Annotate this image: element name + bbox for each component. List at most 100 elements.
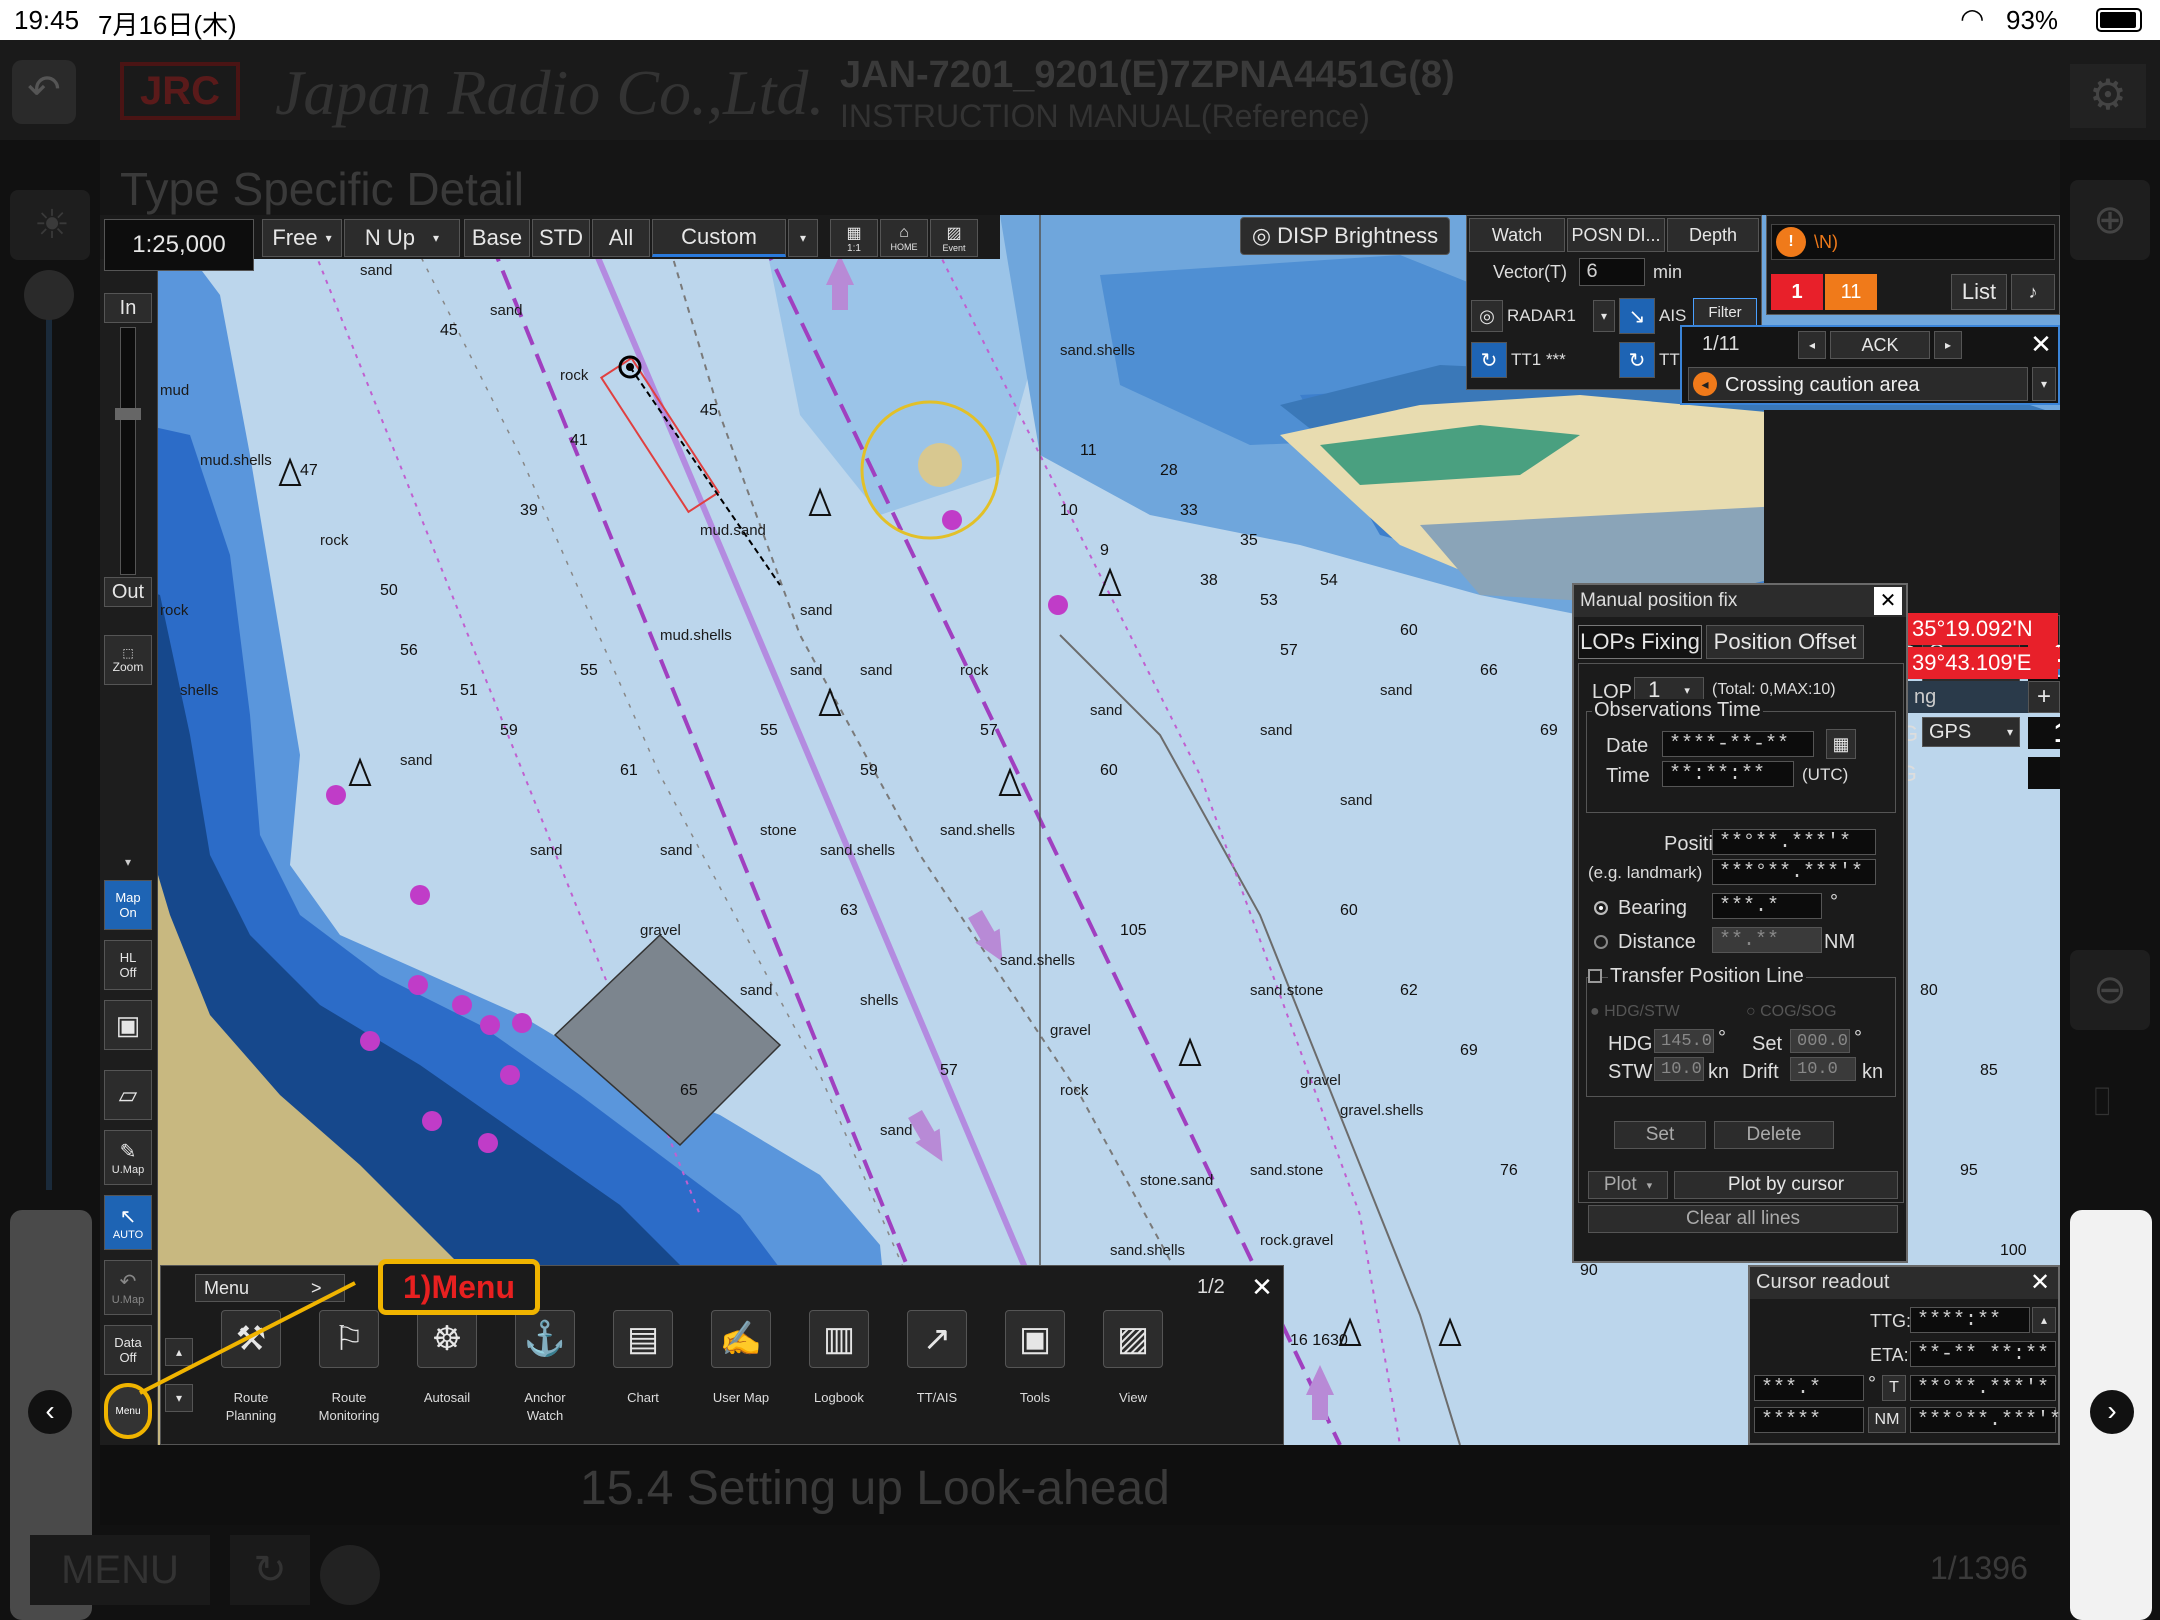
user-map-icon[interactable]: ✍: [711, 1310, 771, 1368]
menu-item-tt-ais[interactable]: ↗ TT/AIS: [895, 1310, 979, 1440]
transfer-stw-input[interactable]: 10.0: [1654, 1057, 1704, 1081]
time-input[interactable]: **:**:**: [1662, 761, 1794, 787]
menu-item-user-map[interactable]: ✍ User Map: [699, 1310, 783, 1440]
menu-item-chart[interactable]: ▤ Chart: [601, 1310, 685, 1440]
view-icon[interactable]: ▨: [1103, 1310, 1163, 1368]
radar-label: RADAR1: [1507, 306, 1576, 325]
disp-brightness-button[interactable]: ◎ DISP Brightness: [1240, 217, 1450, 255]
alert-bar[interactable]: ! \N): [1771, 224, 2055, 260]
distance-input[interactable]: **.**: [1712, 927, 1822, 953]
tab-position-offset[interactable]: Position Offset: [1706, 625, 1864, 659]
tt1-icon[interactable]: ↻: [1471, 342, 1507, 378]
filter-button[interactable]: Filter: [1693, 298, 1757, 326]
eta-label: ETA:: [1870, 1345, 1909, 1365]
radar-dropdown-icon[interactable]: ▾: [1593, 300, 1615, 332]
chart-icon[interactable]: ▤: [613, 1310, 673, 1368]
all-button[interactable]: All: [592, 219, 650, 257]
one-to-one-button[interactable]: ▦ 1:1: [830, 219, 878, 257]
transfer-hdg-input[interactable]: 145.0: [1654, 1029, 1714, 1053]
speaker-icon[interactable]: ♪: [2011, 274, 2055, 310]
next-section-bar: 15.4 Setting up Look-ahead: [100, 1445, 2060, 1525]
bearing-radio[interactable]: [1594, 901, 1608, 915]
clear-all-lines-button[interactable]: Clear all lines: [1588, 1205, 1898, 1233]
cursor-lat-value: **°**.***'*: [1910, 1375, 2056, 1401]
plot-by-cursor-button[interactable]: Plot by cursor: [1674, 1171, 1898, 1199]
drift-input[interactable]: 10.0: [1790, 1057, 1856, 1081]
menu-item-tools[interactable]: ▣ Tools: [993, 1310, 1077, 1440]
alert-list-button[interactable]: List: [1951, 274, 2007, 310]
bookmark-icon[interactable]: ⌷: [2090, 1080, 2130, 1160]
tab-watch[interactable]: Watch: [1469, 218, 1565, 252]
ttg-scroll-icon[interactable]: ▴: [2032, 1307, 2056, 1333]
brightness-slider-knob[interactable]: [24, 270, 74, 320]
calendar-icon[interactable]: ▦: [1826, 729, 1856, 759]
zoom-out-icon[interactable]: ⊖: [2070, 950, 2150, 1030]
position-lon-input[interactable]: ***°**.***'*: [1712, 859, 1876, 885]
svg-text:sand: sand: [790, 662, 823, 679]
menu-item-anchor-watch[interactable]: ⚓ Anchor Watch: [503, 1310, 587, 1440]
menu-item-view[interactable]: ▨ View: [1091, 1310, 1175, 1440]
zoom-in-icon[interactable]: ⊕: [2070, 180, 2150, 260]
back-icon[interactable]: ↶: [12, 60, 76, 124]
brightness-slider[interactable]: [46, 290, 52, 1190]
utc-label: (UTC): [1802, 765, 1849, 784]
tab-lops-fixing[interactable]: LOPs Fixing: [1578, 625, 1702, 659]
tab-depth[interactable]: Depth: [1667, 218, 1759, 252]
svg-text:60: 60: [1100, 762, 1118, 779]
delete-button[interactable]: Delete: [1714, 1121, 1834, 1149]
anchor-watch-icon[interactable]: ⚓: [515, 1310, 575, 1368]
date-input[interactable]: ****-**-**: [1662, 731, 1814, 757]
svg-text:9: 9: [1100, 542, 1109, 559]
tools-icon[interactable]: ▣: [1005, 1310, 1065, 1368]
plot-dropdown[interactable]: Plot ▾: [1588, 1171, 1668, 1199]
ack-button[interactable]: ACK: [1830, 331, 1930, 359]
set-label: Set: [1752, 1033, 1783, 1055]
set-input[interactable]: 000.0: [1790, 1029, 1850, 1053]
cursor-readout-close-icon[interactable]: ✕: [2026, 1269, 2054, 1297]
ecdis-chart[interactable]: sand sand rock mud.shells rock mud.sand …: [100, 215, 2060, 1445]
prev-page-icon[interactable]: ‹: [28, 1390, 72, 1434]
dialog-close-icon[interactable]: ✕: [1874, 587, 1902, 615]
tt1-label: TT1 ***: [1511, 350, 1566, 369]
plus-icon[interactable]: +: [2028, 681, 2060, 713]
alert-message[interactable]: ◂ Crossing caution area: [1688, 367, 2028, 401]
alert-scroll-icon[interactable]: ▾: [2032, 367, 2056, 401]
menu-close-icon[interactable]: ✕: [1247, 1272, 1277, 1302]
nav-source-dropdown[interactable]: GPS ▾: [1922, 717, 2020, 747]
manual-menu-button[interactable]: MENU: [30, 1535, 210, 1605]
brightness-icon[interactable]: ☀: [10, 190, 90, 260]
reload-icon[interactable]: ↻: [230, 1535, 310, 1605]
radar-icon[interactable]: ◎: [1471, 300, 1503, 332]
event-button[interactable]: ▨ Event: [930, 219, 978, 257]
alert-prev-icon[interactable]: ◂: [1798, 331, 1826, 359]
custom-dropdown-arrow-icon[interactable]: ▾: [788, 219, 818, 257]
alert-close-icon[interactable]: ✕: [2026, 329, 2056, 359]
cog-sog-radio[interactable]: ○ COG/SOG: [1746, 1003, 1837, 1021]
doc-subtitle: INSTRUCTION MANUAL(Reference): [840, 98, 1370, 134]
set-button[interactable]: Set: [1614, 1121, 1706, 1149]
sensor-selector[interactable]: ng: [1908, 681, 2028, 713]
menu-callout: 1)Menu: [378, 1259, 540, 1315]
alarm-count[interactable]: 1: [1771, 274, 1823, 310]
std-button[interactable]: STD: [532, 219, 590, 257]
warning-count[interactable]: 11: [1825, 274, 1877, 310]
record-icon[interactable]: [320, 1545, 380, 1605]
next-page-icon[interactable]: ›: [2090, 1390, 2134, 1434]
transfer-checkbox[interactable]: [1588, 969, 1602, 983]
alert-next-icon[interactable]: ▸: [1934, 331, 1962, 359]
svg-text:11: 11: [1080, 442, 1097, 459]
hdg-stw-radio[interactable]: ● HDG/STW: [1590, 1003, 1680, 1021]
custom-button[interactable]: Custom: [652, 219, 786, 257]
tab-posn-display[interactable]: POSN DI...: [1567, 218, 1665, 252]
tt-icon[interactable]: ↻: [1619, 342, 1655, 378]
vector-input[interactable]: 6: [1579, 258, 1645, 286]
home-button[interactable]: ⌂ HOME: [880, 219, 928, 257]
tt-ais-icon[interactable]: ↗: [907, 1310, 967, 1368]
menu-item-logbook[interactable]: ▥ Logbook: [797, 1310, 881, 1440]
position-lat-input[interactable]: **°**.***'*: [1712, 829, 1876, 855]
distance-radio[interactable]: [1594, 935, 1608, 949]
settings-gear-icon[interactable]: ⚙: [2070, 64, 2146, 128]
bearing-input[interactable]: ***.*: [1712, 893, 1822, 919]
logbook-icon[interactable]: ▥: [809, 1310, 869, 1368]
ais-icon[interactable]: ↘: [1619, 298, 1655, 334]
